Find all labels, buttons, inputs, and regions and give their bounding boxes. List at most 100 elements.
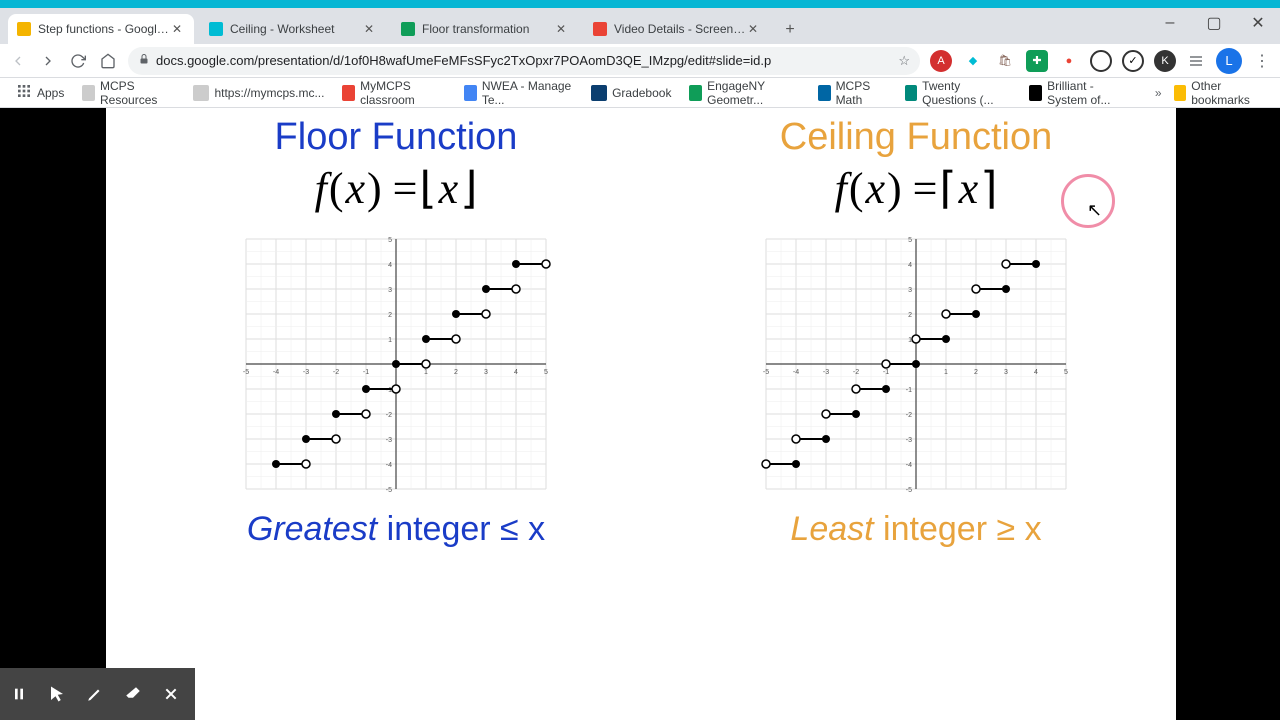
overflow-chevron-icon[interactable]: » xyxy=(1155,86,1162,100)
bookmark-star-icon[interactable]: ☆ xyxy=(898,53,910,69)
bookmark-item[interactable]: NWEA - Manage Te... xyxy=(458,76,579,110)
pause-button[interactable] xyxy=(0,668,38,720)
svg-text:-2: -2 xyxy=(906,412,912,419)
extension-icon[interactable]: A xyxy=(930,50,952,72)
extension-icon[interactable]: K xyxy=(1154,50,1176,72)
svg-text:3: 3 xyxy=(484,369,488,376)
profile-avatar[interactable]: L xyxy=(1216,48,1242,74)
browser-tab[interactable]: Video Details - Screencastify✕ xyxy=(584,14,770,44)
lock-icon xyxy=(138,53,150,68)
window-controls: – ▢ ✕ xyxy=(1148,8,1280,38)
bookmark-item[interactable]: https://mymcps.mc... xyxy=(187,82,330,104)
menu-button[interactable]: ⋮ xyxy=(1252,51,1272,71)
svg-text:-3: -3 xyxy=(303,369,309,376)
back-button[interactable] xyxy=(8,51,28,71)
screencastify-toolbar xyxy=(0,668,195,720)
floor-caption: Greatest integer ≤ x xyxy=(146,510,646,549)
svg-text:-4: -4 xyxy=(906,462,912,469)
svg-text:1: 1 xyxy=(424,369,428,376)
tab-list-icon[interactable] xyxy=(1186,51,1206,71)
pen-tool-button[interactable] xyxy=(76,668,114,720)
floor-title: Floor Function xyxy=(146,116,646,159)
pointer-tool-button[interactable] xyxy=(38,668,76,720)
svg-text:-3: -3 xyxy=(386,437,392,444)
svg-text:2: 2 xyxy=(454,369,458,376)
eraser-tool-button[interactable] xyxy=(114,668,152,720)
floor-formula: f (x) = ⌊x⌋ xyxy=(146,163,646,214)
bookmark-item[interactable]: Brilliant - System of... xyxy=(1023,76,1142,110)
reload-button[interactable] xyxy=(68,51,88,71)
new-tab-button[interactable]: + xyxy=(776,16,804,44)
bookmark-favicon xyxy=(1029,85,1042,101)
bookmark-favicon xyxy=(82,85,95,101)
browser-tab[interactable]: Ceiling - Worksheet✕ xyxy=(200,14,386,44)
ceiling-title: Ceiling Function xyxy=(666,116,1166,159)
close-window-button[interactable]: ✕ xyxy=(1236,8,1280,38)
bookmark-favicon xyxy=(818,85,831,101)
bookmark-item[interactable]: Twenty Questions (... xyxy=(899,76,1018,110)
bookmark-label: EngageNY Geometr... xyxy=(707,79,800,107)
cursor-icon: ↖ xyxy=(1087,200,1102,221)
extension-icon[interactable]: ● xyxy=(1058,50,1080,72)
svg-text:-4: -4 xyxy=(386,462,392,469)
close-tab-icon[interactable]: ✕ xyxy=(364,22,378,36)
close-tab-icon[interactable]: ✕ xyxy=(748,22,762,36)
bookmark-label: Gradebook xyxy=(612,86,671,100)
browser-tab[interactable]: Step functions - Google Slides✕ xyxy=(8,14,194,44)
svg-text:2: 2 xyxy=(388,312,392,319)
bookmark-item[interactable]: EngageNY Geometr... xyxy=(683,76,806,110)
tab-label: Video Details - Screencastify xyxy=(614,22,748,36)
close-tab-icon[interactable]: ✕ xyxy=(556,22,570,36)
close-toolbar-button[interactable] xyxy=(152,668,190,720)
close-tab-icon[interactable]: ✕ xyxy=(172,22,186,36)
bookmark-label: Other bookmarks xyxy=(1191,79,1264,107)
svg-text:4: 4 xyxy=(514,369,518,376)
minimize-button[interactable]: – xyxy=(1148,8,1192,38)
maximize-button[interactable]: ▢ xyxy=(1192,8,1236,38)
extension-icon[interactable]: 🛍 xyxy=(994,50,1016,72)
svg-text:-2: -2 xyxy=(386,412,392,419)
svg-text:-2: -2 xyxy=(333,369,339,376)
floor-column: Floor Function f (x) = ⌊x⌋ -5 -4 -3 -2 -1 1 2 3… xyxy=(146,116,646,549)
bookmark-label: MCPS Math xyxy=(836,79,887,107)
ceiling-plot: -5-4-3-2-112345-5-4-3-2-112345 xyxy=(751,224,1081,504)
extension-icon[interactable]: ✚ xyxy=(1026,50,1048,72)
extension-icon[interactable]: ✓ xyxy=(1122,50,1144,72)
home-button[interactable] xyxy=(98,51,118,71)
svg-text:-1: -1 xyxy=(363,369,369,376)
bookmark-favicon xyxy=(591,85,607,101)
apps-button[interactable]: Apps xyxy=(10,80,70,105)
bookmark-label: https://mymcps.mc... xyxy=(214,86,324,100)
url-input[interactable]: docs.google.com/presentation/d/1of0H8waf… xyxy=(128,47,920,75)
bookmark-item[interactable]: Gradebook xyxy=(585,82,677,104)
svg-text:5: 5 xyxy=(544,369,548,376)
bookmark-favicon xyxy=(193,85,209,101)
svg-text:-5: -5 xyxy=(243,369,249,376)
svg-text:5: 5 xyxy=(388,237,392,244)
svg-text:-5: -5 xyxy=(386,487,392,494)
svg-text:3: 3 xyxy=(908,287,912,294)
browser-tab[interactable]: Floor transformation✕ xyxy=(392,14,578,44)
svg-text:3: 3 xyxy=(1004,369,1008,376)
tab-label: Step functions - Google Slides xyxy=(38,22,172,36)
extension-icon[interactable]: ◆ xyxy=(962,50,984,72)
svg-text:2: 2 xyxy=(974,369,978,376)
bookmark-item[interactable]: MCPS Math xyxy=(812,76,893,110)
other-bookmarks-button[interactable]: Other bookmarks xyxy=(1168,76,1270,110)
ceiling-caption: Least integer ≥ x xyxy=(666,510,1166,549)
svg-text:-5: -5 xyxy=(763,369,769,376)
svg-text:-3: -3 xyxy=(823,369,829,376)
bookmarks-bar: Apps MCPS Resources https://mymcps.mc... M… xyxy=(0,78,1280,108)
extension-icon[interactable] xyxy=(1090,50,1112,72)
tab-favicon xyxy=(400,21,416,37)
svg-text:-3: -3 xyxy=(906,437,912,444)
tab-strip: Step functions - Google Slides✕Ceiling -… xyxy=(0,8,1280,44)
bookmark-item[interactable]: MCPS Resources xyxy=(76,76,181,110)
bookmark-item[interactable]: MyMCPS classroom xyxy=(336,76,452,110)
bookmark-favicon xyxy=(689,85,702,101)
svg-text:1: 1 xyxy=(388,337,392,344)
tab-favicon xyxy=(592,21,608,37)
forward-button[interactable] xyxy=(38,51,58,71)
svg-text:3: 3 xyxy=(388,287,392,294)
svg-text:2: 2 xyxy=(908,312,912,319)
